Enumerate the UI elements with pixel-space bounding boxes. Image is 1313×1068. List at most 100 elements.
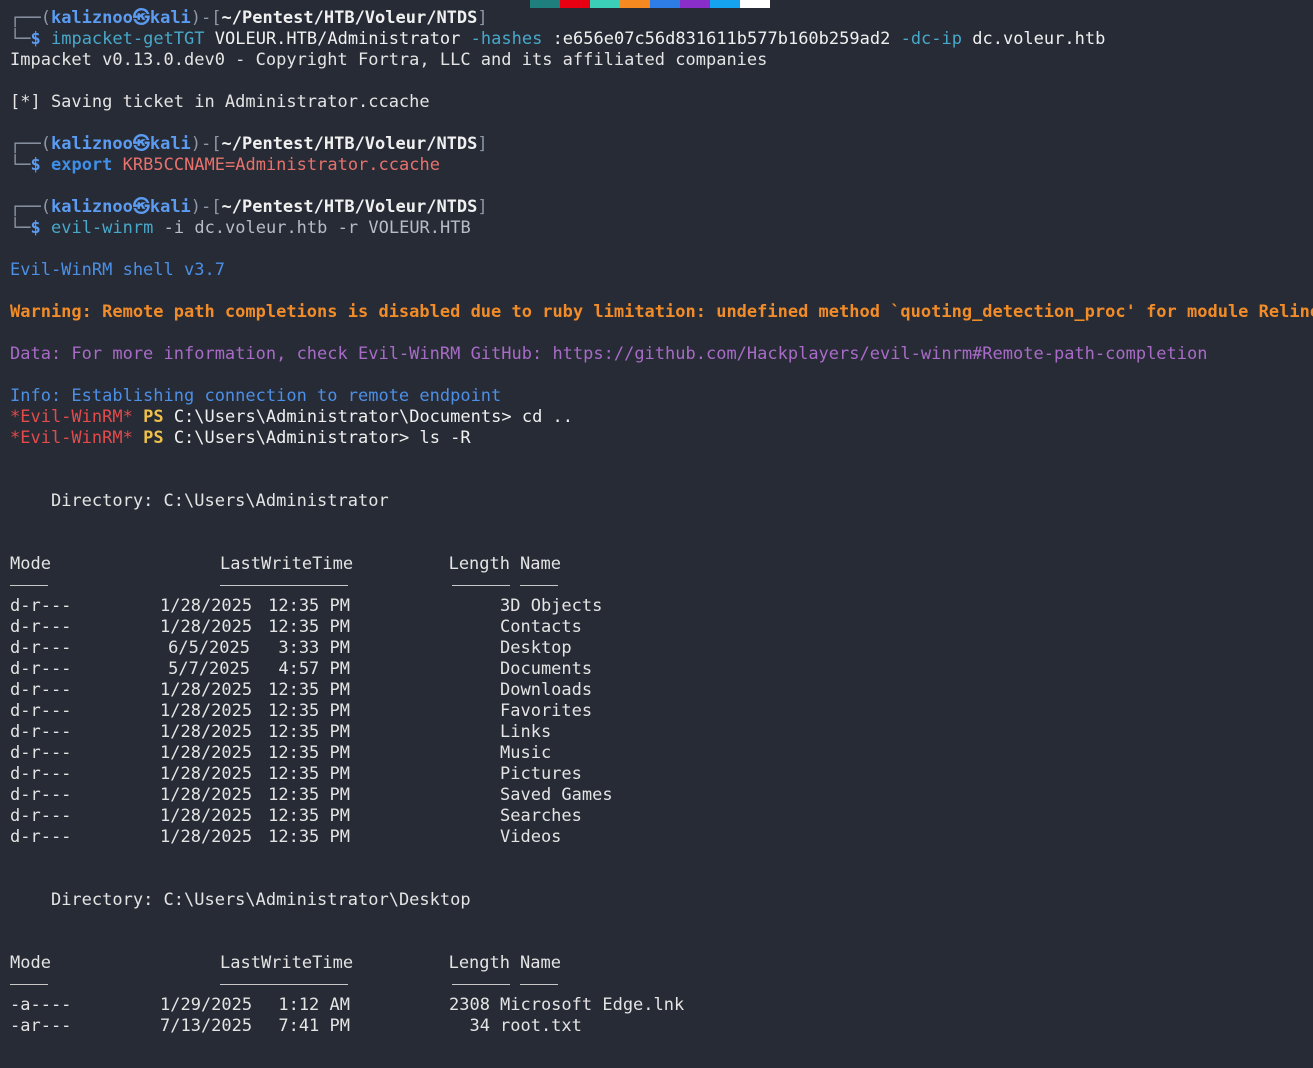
row-name: Videos xyxy=(500,827,562,847)
ps-prompt-line: *Evil-WinRM* PS C:\Users\Administrator> … xyxy=(10,428,471,448)
table-row: d-r--- 1/28/2025 12:35 PM Links xyxy=(10,722,1313,743)
row-name: Documents xyxy=(500,659,593,679)
row-date: 1/28/2025 xyxy=(160,785,253,805)
warning-line: Warning: Remote path completions is disa… xyxy=(10,302,1313,322)
table-header-underline xyxy=(10,974,1313,995)
table-row: d-r--- 1/28/2025 12:35 PM 3D Objects xyxy=(10,596,1313,617)
row-name: Microsoft Edge.lnk xyxy=(500,995,685,1015)
command-line: └─$ impacket-getTGT VOLEUR.HTB/Administr… xyxy=(10,29,1106,49)
impacket-banner: Impacket v0.13.0.dev0 - Copyright Fortra… xyxy=(10,50,768,70)
row-mode: d-r--- xyxy=(10,764,72,784)
prompt-line: ┌──(kaliznoo㉿kali)-[~/Pentest/HTB/Voleur… xyxy=(10,134,488,154)
directory-listing: -a---- 1/29/2025 1:12 AM 2308 Microsoft Edge… xyxy=(10,995,1313,1037)
row-mode: d-r--- xyxy=(10,596,72,616)
palette-swatch xyxy=(620,0,650,8)
row-date: 1/28/2025 xyxy=(160,743,253,763)
row-name: Links xyxy=(500,722,552,742)
row-date: 5/7/2025 xyxy=(168,659,250,679)
palette-swatch xyxy=(740,0,770,8)
row-mode: d-r--- xyxy=(10,701,72,721)
palette-swatch xyxy=(590,0,620,8)
command-line: └─$ evil-winrm -i dc.voleur.htb -r VOLEU… xyxy=(10,218,471,238)
prompt-line: ┌──(kaliznoo㉿kali)-[~/Pentest/HTB/Voleur… xyxy=(10,8,488,28)
row-mode: d-r--- xyxy=(10,680,72,700)
table-header: Mode LastWriteTime Length Name xyxy=(10,953,561,973)
row-time: 12:35 PM xyxy=(268,827,350,847)
row-length: 34 xyxy=(469,1016,490,1036)
row-mode: -ar--- xyxy=(10,1016,72,1036)
row-time: 3:33 PM xyxy=(278,638,350,658)
table-header-underline xyxy=(10,575,1313,596)
row-name: Pictures xyxy=(500,764,582,784)
row-time: 12:35 PM xyxy=(268,743,350,763)
row-time: 12:35 PM xyxy=(268,722,350,742)
palette-swatch xyxy=(530,0,560,8)
skull-icon: ㉿ xyxy=(132,134,150,154)
row-time: 7:41 PM xyxy=(278,1016,350,1036)
row-time: 12:35 PM xyxy=(268,701,350,721)
row-mode: d-r--- xyxy=(10,806,72,826)
row-time: 12:35 PM xyxy=(268,617,350,637)
row-time: 12:35 PM xyxy=(268,680,350,700)
prompt-line: ┌──(kaliznoo㉿kali)-[~/Pentest/HTB/Voleur… xyxy=(10,197,488,217)
row-time: 12:35 PM xyxy=(268,596,350,616)
row-date: 1/28/2025 xyxy=(160,701,253,721)
skull-icon: ㉿ xyxy=(132,197,150,217)
ps-prompt-line: *Evil-WinRM* PS C:\Users\Administrator\D… xyxy=(10,407,574,427)
saving-ticket-line: [*] Saving ticket in Administrator.ccach… xyxy=(10,92,430,112)
table-row: d-r--- 6/5/2025 3:33 PM Desktop xyxy=(10,638,1313,659)
row-mode: d-r--- xyxy=(10,617,72,637)
row-time: 12:35 PM xyxy=(268,764,350,784)
table-row: -a---- 1/29/2025 1:12 AM 2308 Microsoft Edge… xyxy=(10,995,1313,1016)
row-time: 12:35 PM xyxy=(268,785,350,805)
row-name: Searches xyxy=(500,806,582,826)
row-name: Music xyxy=(500,743,552,763)
table-row: d-r--- 1/28/2025 12:35 PM Contacts xyxy=(10,617,1313,638)
row-name: Downloads xyxy=(500,680,593,700)
row-date: 1/28/2025 xyxy=(160,806,253,826)
palette-swatch xyxy=(680,0,710,8)
info-line: Info: Establishing connection to remote … xyxy=(10,386,502,406)
row-date: 1/28/2025 xyxy=(160,596,253,616)
table-row: d-r--- 1/28/2025 12:35 PM Pictures xyxy=(10,764,1313,785)
winrm-version: Evil-WinRM shell v3.7 xyxy=(10,260,225,280)
directory-title: Directory: C:\Users\Administrator xyxy=(50,491,389,511)
color-palette-strip xyxy=(530,0,770,8)
palette-swatch xyxy=(650,0,680,8)
row-length: 2308 xyxy=(449,995,490,1015)
row-mode: d-r--- xyxy=(10,743,72,763)
row-mode: d-r--- xyxy=(10,785,72,805)
row-date: 7/13/2025 xyxy=(160,1016,253,1036)
directory-title: Directory: C:\Users\Administrator\Deskto… xyxy=(50,890,471,910)
data-line: Data: For more information, check Evil-W… xyxy=(10,344,1208,364)
row-name: 3D Objects xyxy=(500,596,603,616)
table-row: -ar--- 7/13/2025 7:41 PM 34 root.txt xyxy=(10,1016,1313,1037)
table-row: d-r--- 1/28/2025 12:35 PM Searches xyxy=(10,806,1313,827)
row-mode: d-r--- xyxy=(10,827,72,847)
palette-swatch xyxy=(560,0,590,8)
table-row: d-r--- 5/7/2025 4:57 PM Documents xyxy=(10,659,1313,680)
row-date: 1/28/2025 xyxy=(160,680,253,700)
row-date: 6/5/2025 xyxy=(168,638,250,658)
directory-listing: d-r--- 1/28/2025 12:35 PM 3D Objects d-r--- 1… xyxy=(10,596,1313,848)
row-name: Contacts xyxy=(500,617,582,637)
row-mode: -a---- xyxy=(10,995,72,1015)
table-row: d-r--- 1/28/2025 12:35 PM Videos xyxy=(10,827,1313,848)
row-name: Favorites xyxy=(500,701,593,721)
row-name: root.txt xyxy=(500,1016,582,1036)
command-line: └─$ export KRB5CCNAME=Administrator.ccac… xyxy=(10,155,440,175)
row-name: Saved Games xyxy=(500,785,613,805)
table-row: d-r--- 1/28/2025 12:35 PM Saved Games xyxy=(10,785,1313,806)
row-mode: d-r--- xyxy=(10,722,72,742)
table-row: d-r--- 1/28/2025 12:35 PM Favorites xyxy=(10,701,1313,722)
table-row: d-r--- 1/28/2025 12:35 PM Downloads xyxy=(10,680,1313,701)
row-date: 1/28/2025 xyxy=(160,764,253,784)
row-time: 4:57 PM xyxy=(278,659,350,679)
row-date: 1/28/2025 xyxy=(160,722,253,742)
row-name: Desktop xyxy=(500,638,572,658)
row-date: 1/28/2025 xyxy=(160,617,253,637)
terminal-output[interactable]: ┌──(kaliznoo㉿kali)-[~/Pentest/HTB/Voleur… xyxy=(10,8,1313,1037)
row-time: 12:35 PM xyxy=(268,806,350,826)
row-mode: d-r--- xyxy=(10,659,72,679)
row-mode: d-r--- xyxy=(10,638,72,658)
